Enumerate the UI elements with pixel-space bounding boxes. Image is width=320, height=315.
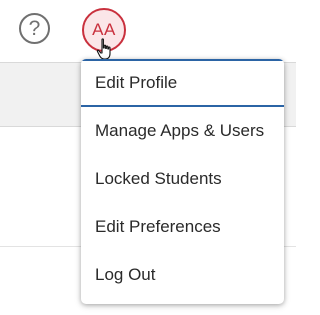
menu-item-label: Edit Profile [95,73,178,92]
menu-item-label: Locked Students [95,169,222,188]
menu-item-manage-apps-users[interactable]: Manage Apps & Users [81,107,284,155]
user-dropdown-menu: Edit Profile Manage Apps & Users Locked … [81,59,284,304]
menu-item-label: Log Out [95,265,156,284]
help-icon[interactable]: ? [19,13,50,44]
menu-item-label: Edit Preferences [95,217,221,236]
avatar-initials: AA [92,20,116,39]
menu-item-label: Manage Apps & Users [95,121,265,140]
menu-item-edit-profile[interactable]: Edit Profile [81,59,284,107]
help-icon-glyph: ? [28,17,41,40]
menu-item-locked-students[interactable]: Locked Students [81,155,284,203]
menu-item-edit-preferences[interactable]: Edit Preferences [81,203,284,251]
menu-item-log-out[interactable]: Log Out [81,251,284,299]
